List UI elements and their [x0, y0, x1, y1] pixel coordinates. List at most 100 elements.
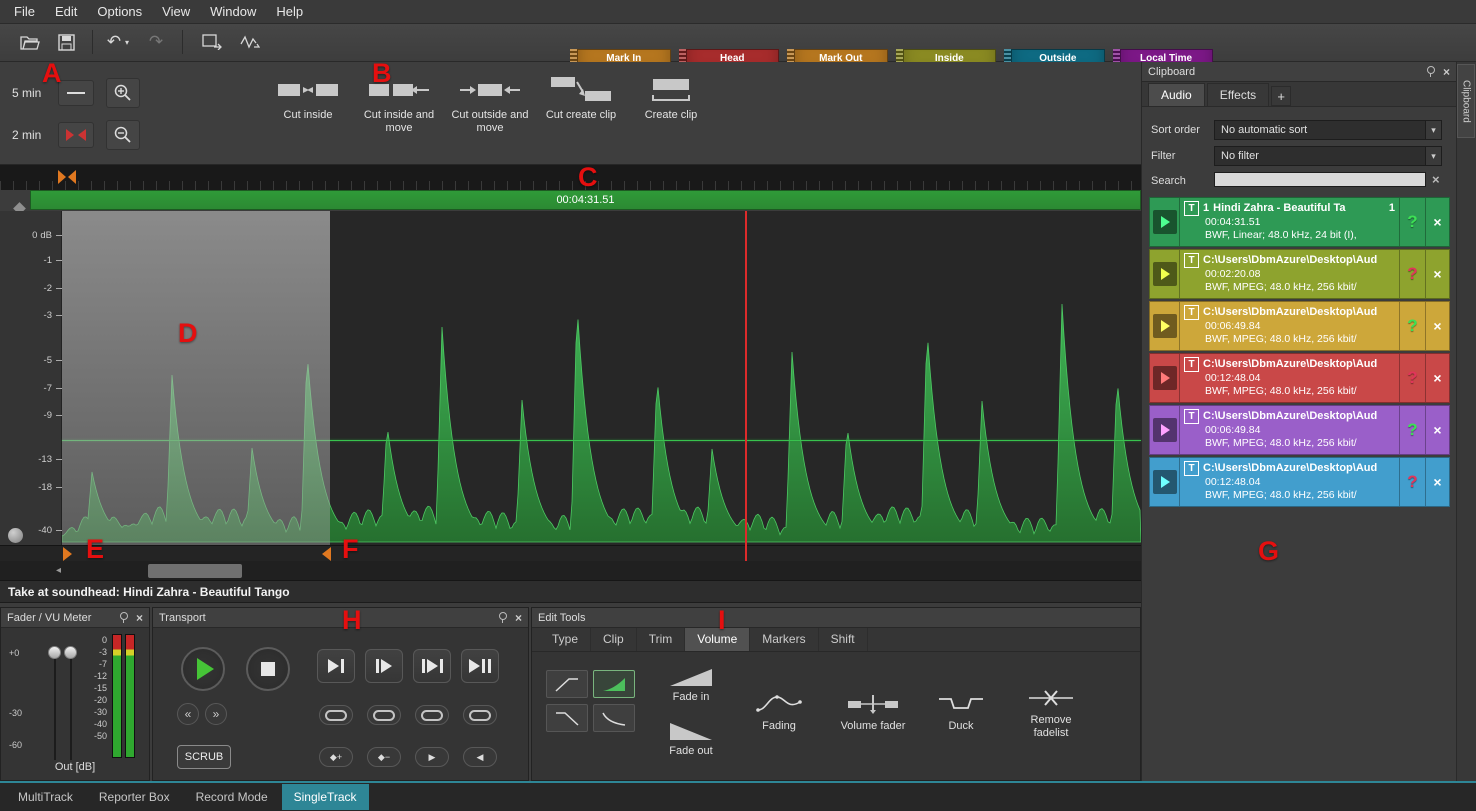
clipboard-entry-3[interactable]: TC:\Users\DbmAzure\Desktop\Aud 00:06:49.… — [1149, 301, 1450, 351]
entry-play-button[interactable] — [1150, 250, 1180, 298]
volume-fader-button[interactable]: Volume fader — [829, 663, 917, 763]
search-input[interactable] — [1214, 172, 1426, 187]
duck-button[interactable]: Duck — [925, 663, 997, 763]
sort-order-dropdown[interactable]: No automatic sort ▾ — [1214, 120, 1442, 140]
menu-view[interactable]: View — [152, 0, 200, 23]
menu-edit[interactable]: Edit — [45, 0, 87, 23]
loop-button-4[interactable] — [463, 705, 497, 725]
timeline-ruler[interactable] — [0, 165, 1141, 190]
tab-shift[interactable]: Shift — [819, 628, 868, 651]
scroll-left-arrow-icon[interactable]: ◂ — [56, 565, 61, 576]
selection-region[interactable] — [62, 211, 330, 545]
entry-delete-icon[interactable]: × — [1425, 458, 1449, 506]
close-icon[interactable]: × — [1443, 66, 1450, 78]
add-marker-button[interactable]: ◆+ — [319, 747, 353, 767]
clipboard-entry-5[interactable]: TC:\Users\DbmAzure\Desktop\Aud 00:06:49.… — [1149, 405, 1450, 455]
fade-out-button[interactable]: Fade out — [651, 714, 731, 766]
mark-in-handle-icon[interactable] — [63, 547, 72, 561]
prelisten-icon[interactable]: ? — [1399, 198, 1425, 246]
tab-audio[interactable]: Audio — [1148, 83, 1205, 106]
clipboard-entry-4[interactable]: TC:\Users\DbmAzure\Desktop\Aud 00:12:48.… — [1149, 353, 1450, 403]
remove-marker-button[interactable]: ◆− — [367, 747, 401, 767]
entry-play-button[interactable] — [1150, 406, 1180, 454]
zoom-preset-2min[interactable]: 2 min — [12, 128, 41, 142]
play-to-mark-button[interactable] — [317, 649, 355, 683]
prelisten-icon[interactable]: ? — [1399, 354, 1425, 402]
cut-outside-and-move-button[interactable]: Cut outside and move — [445, 66, 535, 162]
play-over-mark-button[interactable] — [413, 649, 451, 683]
entry-play-button[interactable] — [1150, 458, 1180, 506]
scrollbar-thumb[interactable] — [148, 564, 242, 578]
play-from-mark-button[interactable] — [365, 649, 403, 683]
menu-window[interactable]: Window — [200, 0, 266, 23]
fade-out-linear-button[interactable] — [546, 704, 588, 732]
clipboard-entry-1[interactable]: T1Hindi Zahra - Beautiful Ta1 00:04:31.5… — [1149, 197, 1450, 247]
export-image-icon[interactable] — [198, 28, 226, 56]
clear-search-icon[interactable]: × — [1432, 172, 1440, 187]
fade-in-linear-button[interactable] — [546, 670, 588, 698]
tab-clip[interactable]: Clip — [591, 628, 637, 651]
menu-help[interactable]: Help — [266, 0, 313, 23]
zoom-out-button[interactable] — [106, 120, 140, 150]
tab-reporter-box[interactable]: Reporter Box — [87, 784, 182, 810]
create-clip-button[interactable]: Create clip — [626, 66, 716, 162]
cut-create-clip-button[interactable]: Cut create clip — [536, 66, 626, 162]
prelisten-icon[interactable]: ? — [1399, 302, 1425, 350]
remove-fadelist-button[interactable]: Remove fadelist — [1005, 663, 1097, 763]
play-between-marks-button[interactable] — [461, 649, 499, 683]
entry-delete-icon[interactable]: × — [1425, 250, 1449, 298]
signal-edit-icon[interactable] — [236, 28, 264, 56]
clipboard-entry-6[interactable]: TC:\Users\DbmAzure\Desktop\Aud 00:12:48.… — [1149, 457, 1450, 507]
fading-button[interactable]: Fading — [737, 663, 821, 763]
collapse-range-button[interactable] — [58, 122, 94, 148]
zoom-preset-5min[interactable]: 5 min — [12, 86, 41, 100]
clipboard-dock-tab[interactable]: Clipboard — [1457, 64, 1475, 138]
tab-record-mode[interactable]: Record Mode — [184, 784, 280, 810]
pin-icon[interactable] — [497, 612, 508, 623]
entry-delete-icon[interactable]: × — [1425, 198, 1449, 246]
redo-icon[interactable]: ↷ — [142, 28, 170, 56]
entry-delete-icon[interactable]: × — [1425, 406, 1449, 454]
entry-play-button[interactable] — [1150, 198, 1180, 246]
cut-inside-button[interactable]: Cut inside — [263, 66, 353, 162]
entry-play-button[interactable] — [1150, 302, 1180, 350]
entry-play-button[interactable] — [1150, 354, 1180, 402]
entry-delete-icon[interactable]: × — [1425, 354, 1449, 402]
fader-knob-right[interactable] — [64, 646, 77, 659]
fader-track[interactable] — [70, 650, 72, 760]
loop-button-2[interactable] — [367, 705, 401, 725]
menu-options[interactable]: Options — [87, 0, 152, 23]
forward-button[interactable]: » — [205, 703, 227, 725]
pin-icon[interactable] — [118, 612, 129, 623]
prelisten-icon[interactable]: ? — [1399, 250, 1425, 298]
loop-button-3[interactable] — [415, 705, 449, 725]
entry-delete-icon[interactable]: × — [1425, 302, 1449, 350]
clipboard-entry-2[interactable]: TC:\Users\DbmAzure\Desktop\Aud 00:02:20.… — [1149, 249, 1450, 299]
zoom-in-button[interactable] — [106, 78, 140, 108]
fade-in-button[interactable]: Fade in — [651, 660, 731, 712]
fader-knob-left[interactable] — [48, 646, 61, 659]
tab-type[interactable]: Type — [540, 628, 591, 651]
rewind-button[interactable]: « — [177, 703, 199, 725]
tab-singletrack[interactable]: SingleTrack — [282, 784, 369, 810]
step-back-button[interactable]: ◀ — [463, 747, 497, 767]
menu-file[interactable]: File — [4, 0, 45, 23]
prelisten-icon[interactable]: ? — [1399, 458, 1425, 506]
stop-button[interactable] — [246, 647, 290, 691]
volume-knob[interactable] — [8, 528, 23, 543]
open-folder-icon[interactable] — [16, 28, 44, 56]
position-bar[interactable]: 00:04:31.51 — [30, 190, 1141, 210]
tab-markers[interactable]: Markers — [750, 628, 818, 651]
close-icon[interactable]: × — [136, 612, 143, 624]
save-icon[interactable] — [52, 28, 80, 56]
tab-effects[interactable]: Effects — [1207, 83, 1269, 106]
play-button[interactable] — [181, 647, 225, 691]
fade-out-curve-button[interactable] — [593, 704, 635, 732]
cut-inside-and-move-button[interactable]: Cut inside and move — [354, 66, 444, 162]
fade-in-curve-button[interactable] — [593, 670, 635, 698]
loop-button-1[interactable] — [319, 705, 353, 725]
fader-track[interactable] — [54, 650, 56, 760]
undo-dropdown-icon[interactable]: ▾ — [121, 28, 133, 56]
playhead-cursor[interactable] — [745, 211, 747, 561]
step-forward-button[interactable]: ▶ — [415, 747, 449, 767]
